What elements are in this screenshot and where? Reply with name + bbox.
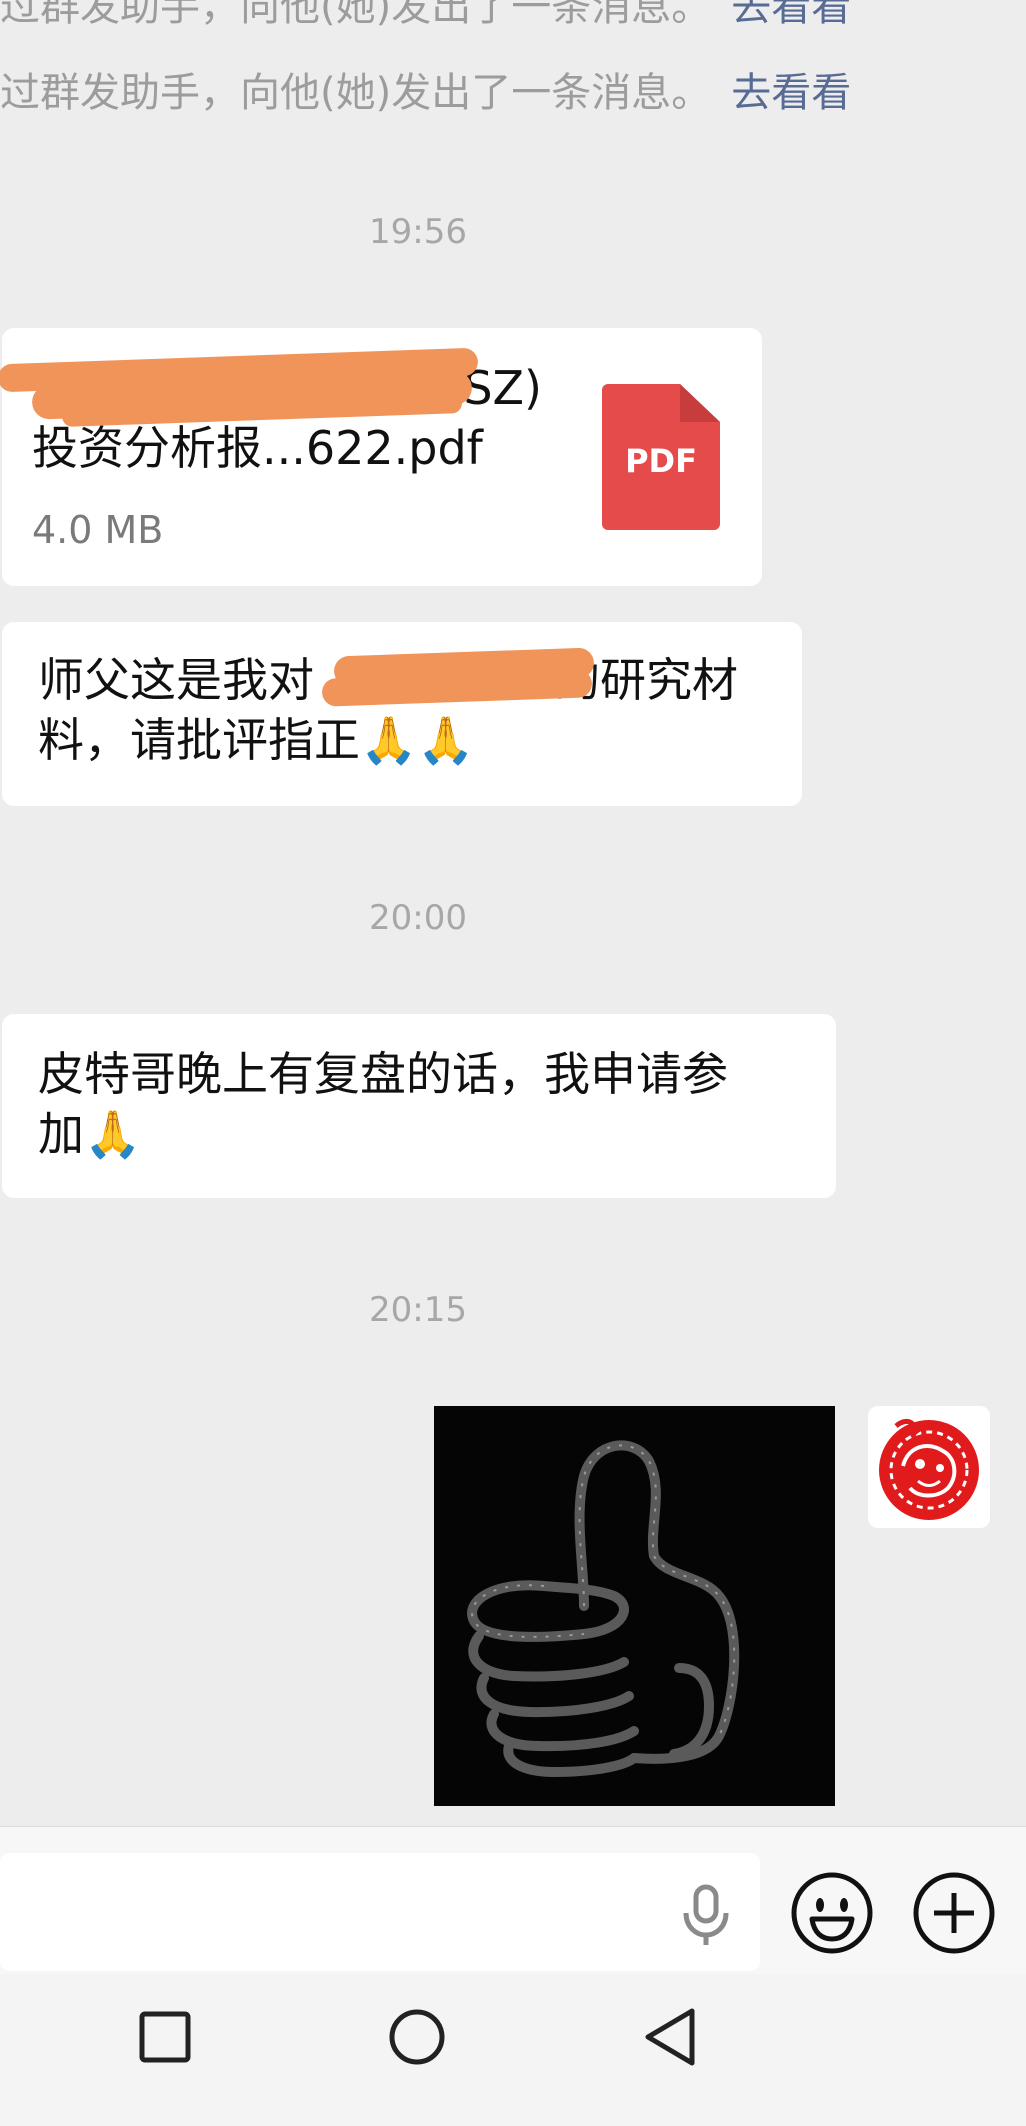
notice-text: 过群发助手，向他(她)发出了一条消息。: [0, 0, 712, 30]
message-line: 加🙏: [38, 1107, 142, 1161]
file-title-line2: 投资分析报...622.pdf: [32, 421, 483, 475]
microphone-icon[interactable]: [678, 1883, 734, 1951]
sent-image-thumbs-up[interactable]: [434, 1406, 835, 1806]
timestamp: 19:56: [369, 212, 467, 252]
file-size: 4.0 MB: [32, 508, 164, 552]
square-icon[interactable]: [138, 2010, 192, 2068]
system-nav-bar: [0, 1974, 1026, 2126]
message-line-start: 师父这是我对: [38, 653, 314, 707]
timestamp: 20:00: [369, 898, 467, 938]
message-text: 皮特哥晚上有复盘的话，我申请参 加🙏: [38, 1044, 828, 1164]
avatar[interactable]: [868, 1406, 990, 1528]
message-line: 料，请批评指正🙏🙏: [38, 713, 475, 767]
text-message[interactable]: 师父这是我对 的研究材 料，请批评指正🙏🙏: [2, 622, 802, 806]
text-message[interactable]: 皮特哥晚上有复盘的话，我申请参 加🙏: [2, 1014, 836, 1198]
paper-cut-avatar-icon: [879, 1419, 979, 1520]
notice-link[interactable]: 去看看: [731, 0, 851, 30]
pdf-icon-label: PDF: [625, 442, 697, 480]
notice-link[interactable]: 去看看: [731, 70, 851, 116]
circle-icon[interactable]: [388, 2008, 446, 2070]
message-input[interactable]: [0, 1853, 760, 1971]
file-message-card[interactable]: SZ) 投资分析报...622.pdf 4.0 MB PDF: [0, 328, 762, 586]
message-line: 皮特哥晚上有复盘的话，我申请参: [38, 1047, 728, 1101]
system-notice: 过群发助手，向他(她)发出了一条消息。 去看看: [0, 0, 1026, 32]
timestamp: 20:15: [369, 1290, 467, 1330]
thumbs-up-icon: [467, 1440, 740, 1777]
chat-input-bar: [0, 1826, 1026, 1975]
triangle-back-icon[interactable]: [642, 2006, 698, 2072]
smiley-icon[interactable]: [790, 1871, 874, 1959]
notice-text: 过群发助手，向他(她)发出了一条消息。: [0, 70, 712, 116]
plus-circle-icon[interactable]: [912, 1871, 996, 1959]
system-notice: 过群发助手，向他(她)发出了一条消息。 去看看: [0, 60, 1026, 118]
